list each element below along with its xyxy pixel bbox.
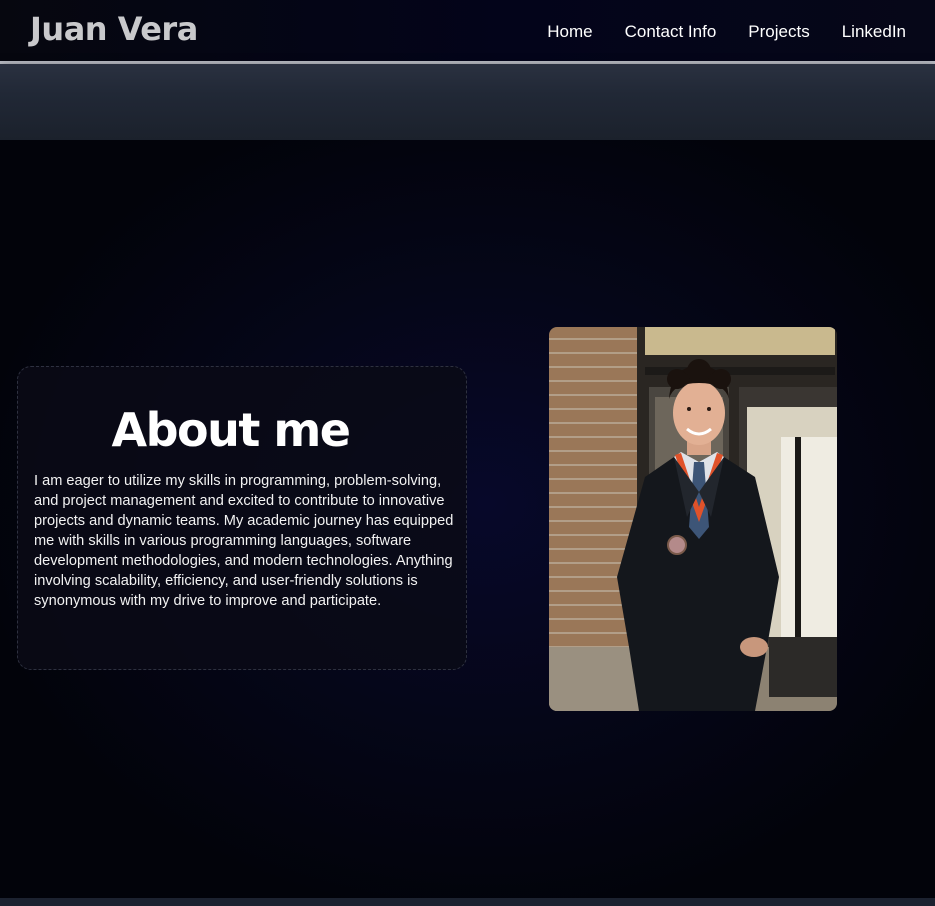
header-subbar [0,64,935,140]
site-brand[interactable]: Juan Vera [30,10,198,48]
about-card: About me I am eager to utilize my skills… [17,366,467,670]
about-title: About me [111,403,351,457]
portrait-photo-icon [549,327,837,711]
portrait-photo [549,327,837,711]
footer-strip [0,898,935,906]
nav-links: Home Contact Info Projects LinkedIn [547,22,906,42]
nav-link-linkedin[interactable]: LinkedIn [842,22,906,42]
about-description: I am eager to utilize my skills in progr… [34,473,454,609]
nav-link-contact-info[interactable]: Contact Info [625,22,717,42]
nav-link-projects[interactable]: Projects [748,22,809,42]
nav-link-home[interactable]: Home [547,22,592,42]
navbar: Juan Vera Home Contact Info Projects Lin… [0,0,935,64]
page: Juan Vera Home Contact Info Projects Lin… [0,0,935,906]
